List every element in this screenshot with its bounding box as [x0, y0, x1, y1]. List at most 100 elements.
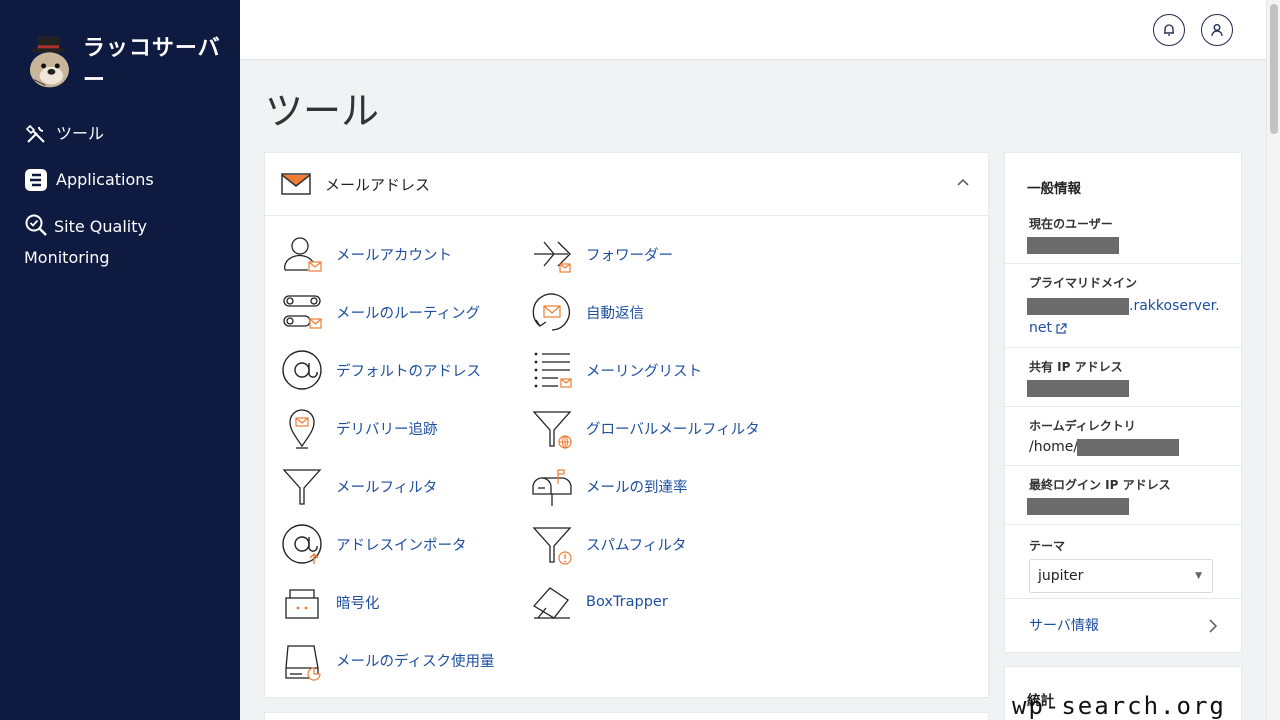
sidebar-item-label: Site Quality Monitoring [24, 211, 224, 273]
tool-email-accounts[interactable]: メールアカウント [280, 232, 452, 276]
autoresponder-icon [532, 293, 570, 331]
tool-label: 暗号化 [336, 595, 380, 612]
tool-spam-filters[interactable]: スパムフィルタ [530, 522, 686, 566]
primary-domain-suffix-link[interactable]: .rakkoserver. [1129, 298, 1220, 314]
info-row-theme: テーマ jupiter ▼ [1005, 525, 1241, 599]
tool-email-disk-usage[interactable]: メールのディスク使用量 [280, 638, 494, 682]
redacted-username [1027, 237, 1119, 254]
scrollbar-thumb[interactable] [1270, 4, 1278, 134]
tool-global-email-filters[interactable]: グローバルメールフィルタ [530, 406, 760, 450]
info-row-last-login-ip: 最終ログイン IP アドレス [1005, 466, 1241, 525]
sidebar: ラッコサーバー ツール Applications Site Quality Mo… [0, 0, 240, 720]
tools-icon [25, 124, 45, 143]
redacted-domain [1027, 298, 1129, 315]
tool-encryption[interactable]: 暗号化 [280, 580, 380, 624]
theme-label: テーマ [1029, 539, 1066, 553]
applications-icon [25, 169, 47, 191]
page-title: ツール [265, 89, 380, 133]
email-section-title: メールアドレス [325, 175, 431, 194]
tool-email-filters[interactable]: メールフィルタ [280, 464, 437, 508]
email-routing-icon [283, 295, 322, 329]
otter-mascot-icon [29, 36, 69, 88]
user-icon [1211, 24, 1223, 37]
tool-label: アドレスインポータ [336, 537, 467, 554]
tool-forwarders[interactable]: フォワーダー [530, 232, 673, 276]
redacted-last-login-ip [1027, 498, 1129, 515]
tool-label: メールフィルタ [336, 479, 438, 496]
redacted-home-dir [1077, 439, 1179, 456]
brand-logo[interactable]: ラッコサーバー [26, 30, 240, 94]
map-pin-icon [289, 409, 315, 449]
envelope-icon [281, 173, 311, 195]
tool-label: デフォルトのアドレス [336, 363, 481, 380]
tool-email-routing[interactable]: メールのルーティング [280, 290, 480, 334]
brand-name: ラッコサーバー [82, 36, 221, 93]
info-row-shared-ip: 共有 IP アドレス [1005, 348, 1241, 407]
server-info-link[interactable]: サーバ情報 [1029, 615, 1099, 635]
disk-usage-icon [285, 645, 321, 681]
tool-label: デリバリー追跡 [336, 421, 438, 438]
tool-label: メールのルーティング [336, 305, 481, 322]
tool-label: メールの到達率 [586, 479, 688, 496]
tool-default-address[interactable]: デフォルトのアドレス [280, 348, 481, 392]
theme-select-value: jupiter [1038, 568, 1084, 584]
tool-label: フォワーダー [586, 247, 673, 264]
sidebar-item-applications[interactable]: Applications [24, 168, 154, 192]
global-filter-icon [532, 411, 572, 449]
external-link-icon[interactable] [1055, 323, 1067, 335]
sidebar-item-site-quality-monitoring[interactable]: Site Quality Monitoring [24, 211, 224, 273]
tool-label: BoxTrapper [586, 594, 668, 610]
site-quality-icon [25, 214, 47, 236]
info-row-home-directory: ホームディレクトリ /home/ [1005, 407, 1241, 466]
spam-filter-icon [532, 527, 572, 565]
chevron-right-icon[interactable] [1209, 619, 1217, 633]
chevron-up-icon[interactable] [956, 177, 970, 187]
forwarder-icon [534, 241, 571, 273]
sidebar-item-label: Applications [56, 170, 154, 189]
tool-delivery-tracking[interactable]: デリバリー追跡 [280, 406, 438, 450]
tool-label: メールアカウント [336, 247, 452, 264]
tool-autoresponders[interactable]: 自動返信 [530, 290, 644, 334]
mailbox-icon [532, 469, 572, 506]
sidebar-item-tools[interactable]: ツール [24, 122, 104, 146]
shared-ip-label: 共有 IP アドレス [1029, 360, 1123, 374]
next-section-panel [264, 712, 989, 720]
user-menu-button[interactable] [1201, 14, 1233, 46]
general-info-panel: 一般情報 現在のユーザー プライマリドメイン .rakkoserver. net… [1004, 152, 1242, 653]
current-user-label: 現在のユーザー [1029, 217, 1113, 231]
tool-label: 自動返信 [586, 305, 644, 322]
mailing-list-icon [534, 352, 572, 388]
tool-boxtrapper[interactable]: BoxTrapper [530, 580, 668, 624]
at-sign-icon [282, 350, 322, 390]
tool-label: メーリングリスト [586, 363, 702, 380]
email-section-header[interactable]: メールアドレス [265, 153, 988, 216]
theme-select[interactable]: jupiter ▼ [1029, 559, 1213, 593]
tool-label: メールのディスク使用量 [336, 653, 495, 670]
encryption-icon [285, 589, 319, 619]
top-bar [240, 0, 1266, 60]
general-info-title: 一般情報 [1027, 181, 1081, 197]
primary-domain-suffix2-link[interactable]: net [1029, 320, 1052, 336]
page-scrollbar[interactable] [1266, 0, 1280, 720]
bell-icon [1164, 24, 1174, 36]
info-row-server-info[interactable]: サーバ情報 [1005, 599, 1241, 653]
watermark-text: wp-search.org [1012, 692, 1226, 720]
tool-email-deliverability[interactable]: メールの到達率 [530, 464, 688, 508]
notifications-button[interactable] [1153, 14, 1185, 46]
home-dir-label: ホームディレクトリ [1029, 419, 1136, 433]
filter-icon [282, 469, 322, 505]
email-accounts-icon [284, 237, 322, 272]
tool-mailing-lists[interactable]: メーリングリスト [530, 348, 702, 392]
boxtrapper-icon [532, 587, 570, 619]
home-dir-prefix: /home/ [1029, 439, 1079, 455]
redacted-shared-ip [1027, 380, 1129, 397]
info-row-current-user: 現在のユーザー [1005, 205, 1241, 264]
caret-down-icon: ▼ [1195, 571, 1202, 581]
primary-domain-label: プライマリドメイン [1029, 276, 1138, 290]
tool-address-importer[interactable]: アドレスインポータ [280, 522, 467, 566]
last-login-label: 最終ログイン IP アドレス [1029, 478, 1171, 492]
tool-label: グローバルメールフィルタ [586, 421, 760, 438]
at-sign-import-icon [282, 524, 322, 564]
tool-label: スパムフィルタ [586, 537, 687, 554]
info-row-primary-domain: プライマリドメイン .rakkoserver. net [1005, 264, 1241, 348]
